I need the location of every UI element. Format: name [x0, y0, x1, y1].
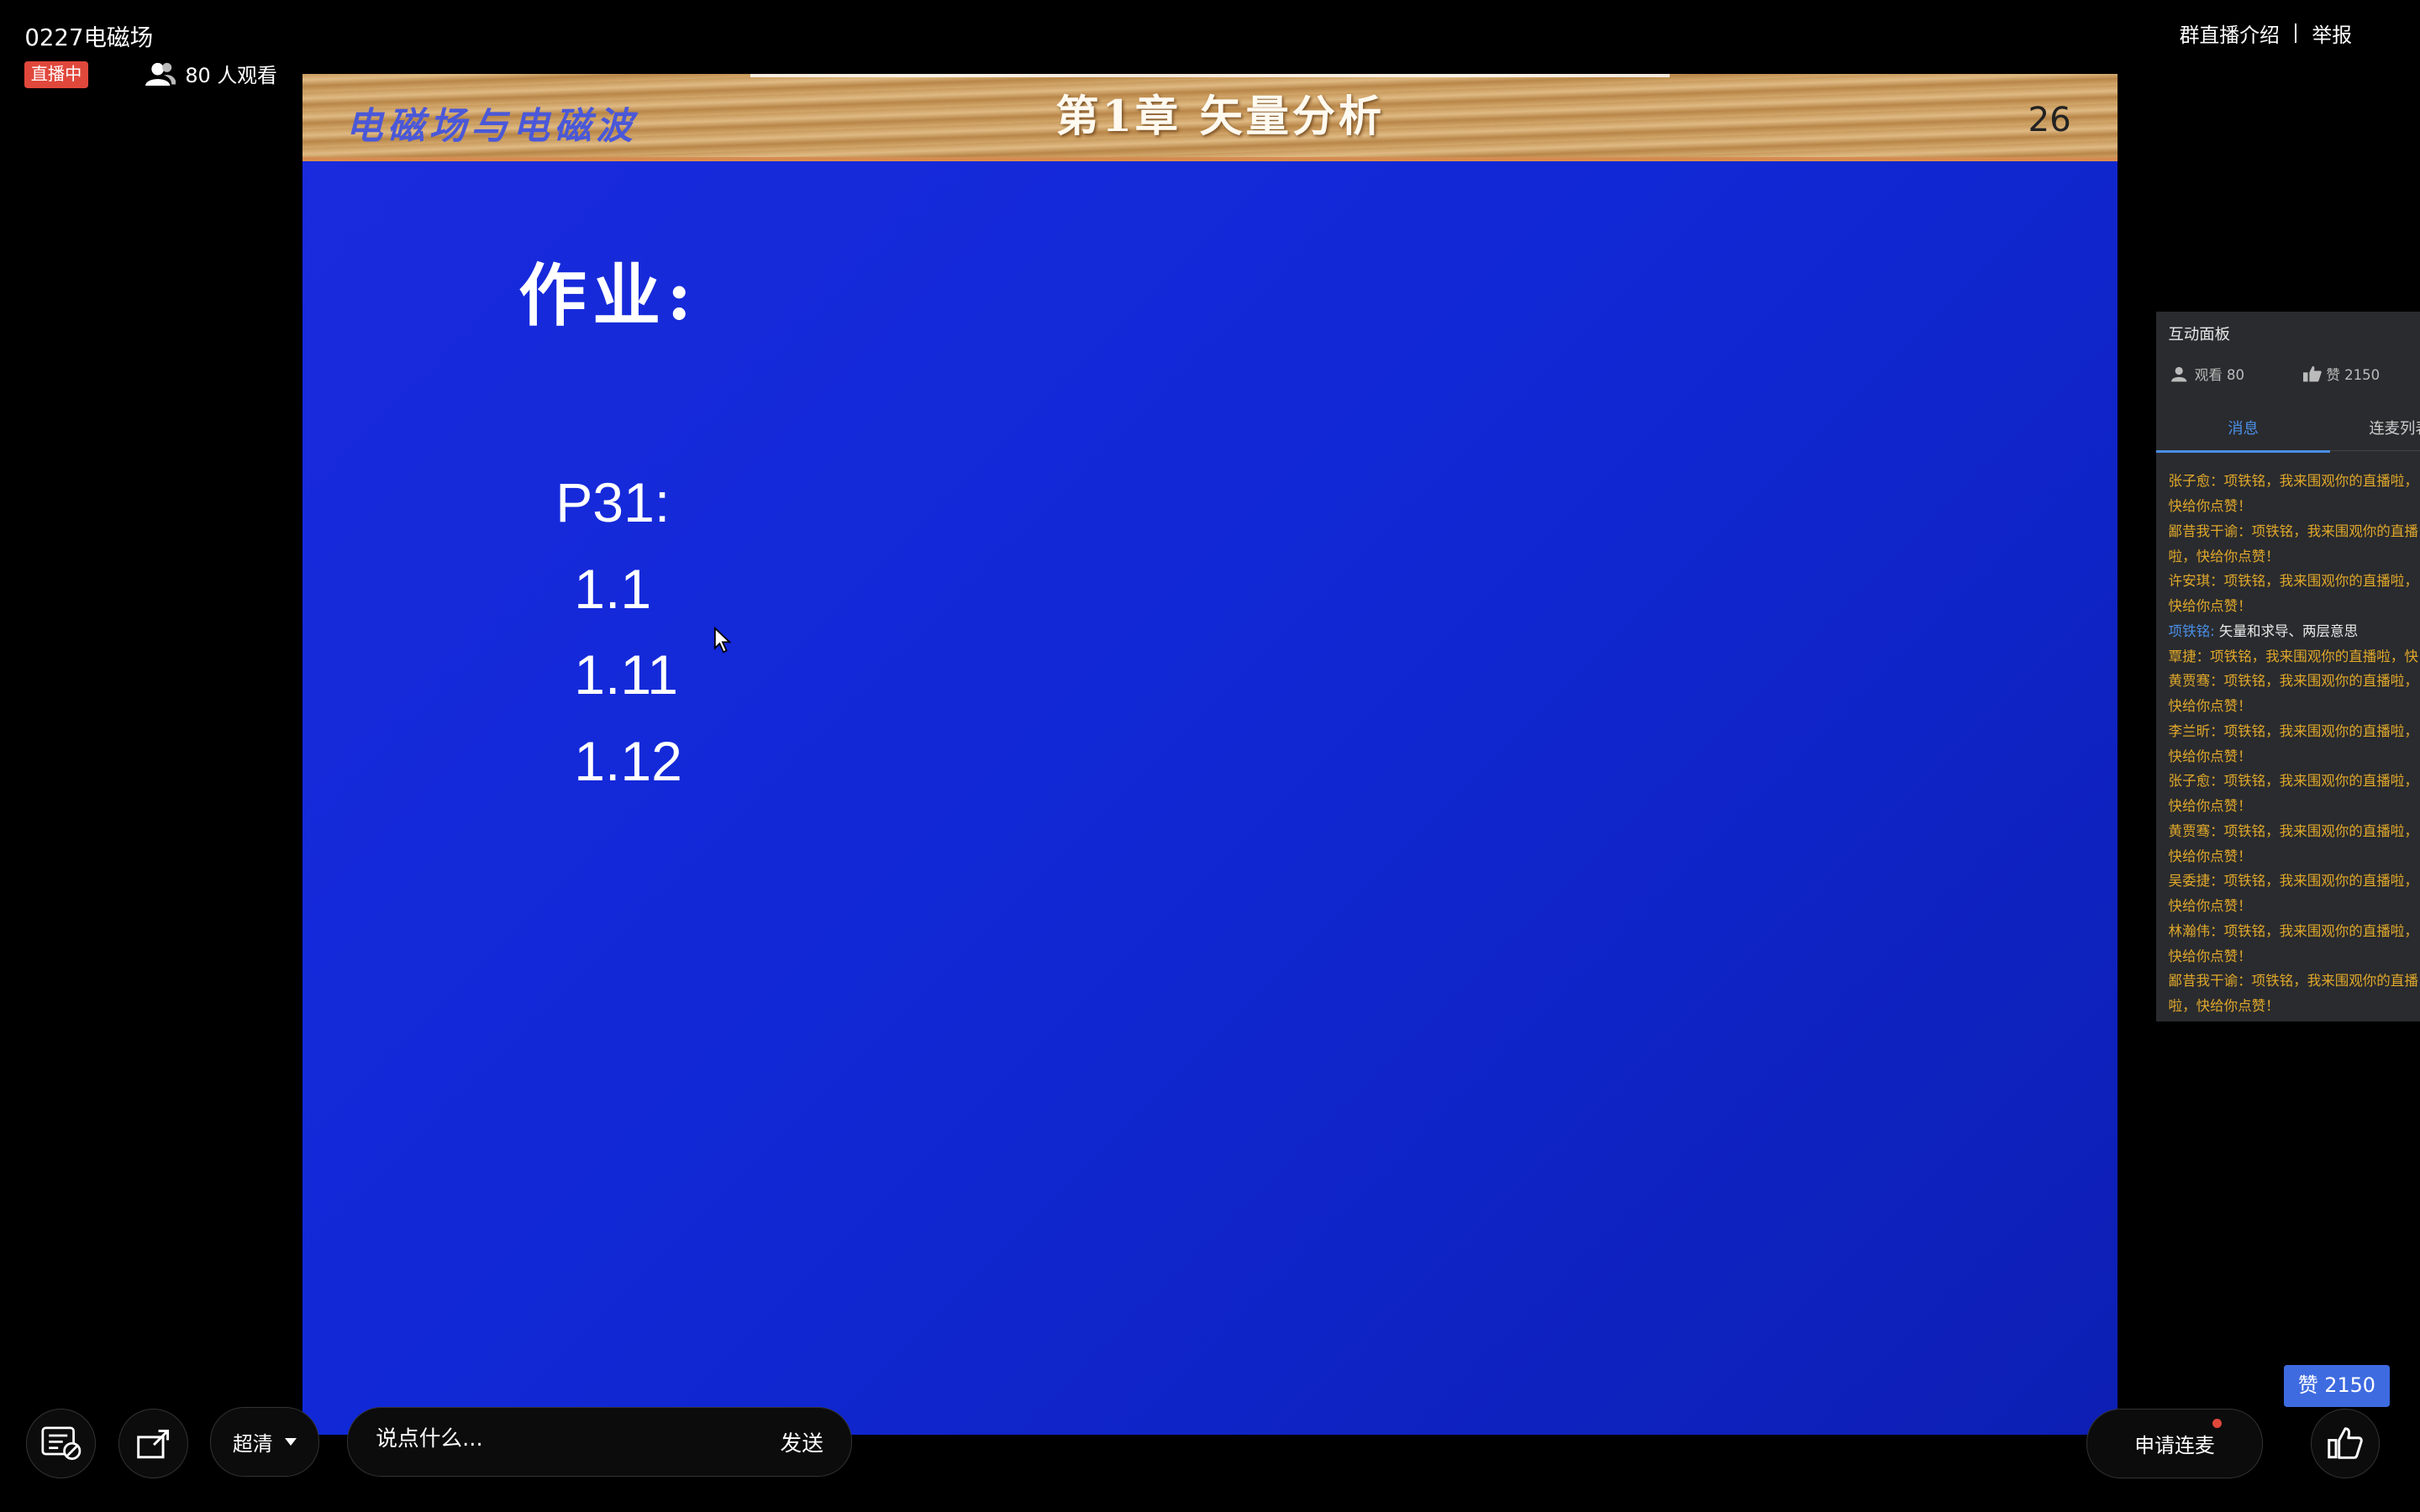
divider	[2295, 23, 2297, 44]
group-live-intro-link[interactable]: 群直播介绍	[2180, 18, 2280, 48]
homework-heading: 作业:	[518, 255, 698, 336]
slide-page-number: 26	[2028, 98, 2071, 139]
chat-box: 发送	[347, 1407, 852, 1477]
message-list: 张子愈：项铁铭，我来围观你的直播啦，快给你点赞！ 鄙昔我干谕：项铁铭，我来围观你…	[2169, 469, 2420, 1019]
chapter-title: 第1章 矢量分析	[1055, 91, 1385, 142]
list-item: 项铁铭: 矢量和求导、两层意思	[2169, 619, 2420, 644]
notification-dot	[2212, 1418, 2222, 1428]
apply-mic-label: 申请连麦	[2134, 1433, 2215, 1457]
panel-likes: 赞 2150	[2302, 364, 2381, 384]
viewer-count: 80 人观看	[145, 59, 277, 88]
interaction-panel: 互动面板 观看 80 赞 2150 消息 连麦列表 张子愈：项铁铭，我来围观你的…	[2155, 312, 2420, 1021]
quality-label: 超清	[232, 1431, 273, 1456]
presentation-slide: 电磁场与电磁波 第1章 矢量分析 26 作业: P31: 1.1 1.11 1.…	[302, 74, 2118, 1436]
viewer-count-text: 80 人观看	[185, 63, 277, 87]
like-count-badge: 赞 2150	[2284, 1365, 2390, 1408]
list-item: 许安琪：项铁铭，我来围观你的直播啦，快给你点赞！	[2168, 573, 2418, 615]
homework-list: P31: 1.1 1.11 1.12	[555, 466, 682, 811]
report-link[interactable]: 举报	[2312, 18, 2352, 48]
stream-title: 0227电磁场	[24, 24, 154, 52]
list-item: 黄贾骞：项铁铭，我来围观你的直播啦，快给你点赞！	[2168, 822, 2418, 864]
panel-tabs: 消息 连麦列表	[2155, 407, 2420, 454]
panel-likes-text: 赞 2150	[2326, 367, 2381, 384]
homework-item: 1.12	[574, 731, 682, 794]
share-icon	[136, 1430, 169, 1459]
share-button[interactable]	[118, 1408, 189, 1478]
list-item: 覃捷：项铁铭，我来围观你的直播啦，快给你点赞！	[2168, 648, 2418, 664]
danmaku-toggle-button[interactable]	[26, 1408, 97, 1478]
list-item: 张子愈：项铁铭，我来围观你的直播啦，快给你点赞！	[2168, 473, 2418, 515]
slide-header-line	[750, 74, 1670, 77]
like-button[interactable]	[2310, 1408, 2381, 1478]
danmaku-toggle-icon	[41, 1426, 82, 1461]
panel-viewers-text: 观看 80	[2194, 367, 2245, 384]
slide-header-bar: 电磁场与电磁波 第1章 矢量分析 26	[302, 74, 2118, 162]
homework-page-ref: P31:	[555, 471, 671, 534]
panel-viewers: 观看 80	[2171, 364, 2244, 384]
send-button[interactable]: 发送	[781, 1426, 823, 1457]
thumbs-up-icon	[2302, 366, 2322, 382]
chat-input[interactable]	[376, 1426, 716, 1452]
chevron-down-icon	[285, 1437, 297, 1446]
tab-messages[interactable]: 消息	[2155, 417, 2331, 454]
quality-selector[interactable]: 超清	[209, 1407, 320, 1477]
list-item: 林瀚伟：项铁铭，我来围观你的直播啦，快给你点赞！	[2168, 922, 2418, 964]
course-name: 电磁场与电磁波	[345, 104, 638, 148]
list-item: 鄙昔我干谕：项铁铭，我来围观你的直播啦，快给你点赞！	[2168, 973, 2418, 1015]
apply-mic-button[interactable]: 申请连麦	[2086, 1408, 2263, 1478]
host-name: 项铁铭:	[2168, 622, 2215, 639]
list-item: 鄙昔我干谕：项铁铭，我来围观你的直播啦，快给你点赞！	[2168, 522, 2418, 564]
panel-stats: 观看 80 赞 2150	[2171, 364, 2380, 384]
tab-mic-list[interactable]: 连麦列表	[2369, 417, 2420, 438]
thumbs-up-icon	[2328, 1427, 2363, 1459]
header-links: 群直播介绍 举报	[2180, 18, 2352, 48]
people-icon	[145, 62, 176, 86]
host-message: 矢量和求导、两层意思	[2218, 622, 2359, 639]
panel-title: 互动面板	[2168, 325, 2230, 344]
list-item: 黄贾骞：项铁铭，我来围观你的直播啦，快给你点赞！	[2168, 673, 2418, 715]
list-item: 吴委捷：项铁铭，我来围观你的直播啦，快给你点赞！	[2168, 873, 2418, 915]
list-item: 张子愈：项铁铭，我来围观你的直播啦，快给你点赞！	[2168, 773, 2418, 815]
list-item: 李兰昕：项铁铭，我来围观你的直播啦，快给你点赞！	[2168, 722, 2418, 764]
homework-item: 1.11	[574, 644, 678, 707]
people-icon	[2171, 367, 2187, 382]
homework-item: 1.1	[574, 558, 652, 621]
live-status-badge: 直播中	[24, 61, 88, 88]
